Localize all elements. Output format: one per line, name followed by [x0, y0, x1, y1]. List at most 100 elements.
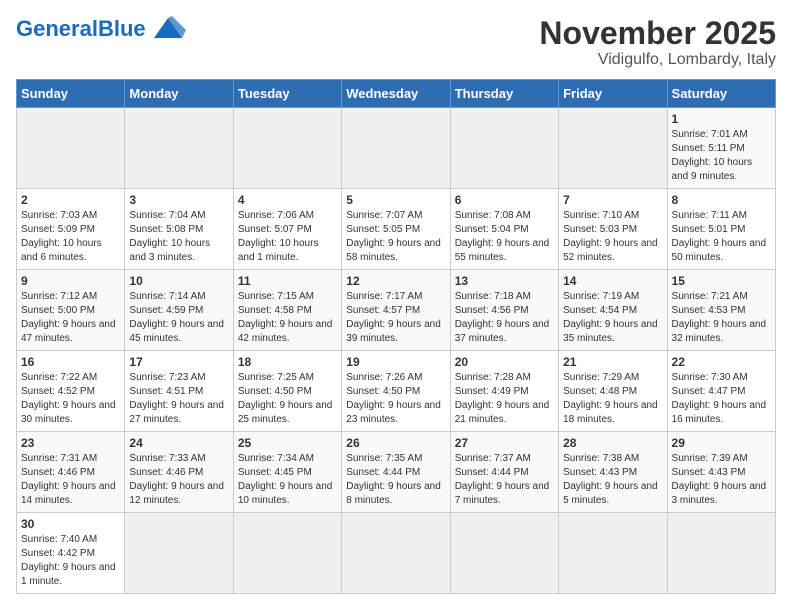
calendar-cell: 30 Sunrise: 7:40 AMSunset: 4:42 PMDayligh… — [17, 513, 125, 594]
day-number: 1 — [672, 112, 771, 126]
day-info: Sunrise: 7:17 AMSunset: 4:57 PMDaylight:… — [346, 290, 445, 346]
calendar-cell: 2Sunrise: 7:03 AMSunset: 5:09 PMDaylight… — [17, 189, 125, 270]
day-info: Sunrise: 7:08 AMSunset: 5:04 PMDaylight:… — [455, 209, 554, 265]
logo-text: GeneralBlue — [16, 16, 146, 42]
calendar-cell — [342, 108, 450, 189]
day-number: 27 — [455, 436, 554, 450]
calendar-cell: 17Sunrise: 7:23 AMSunset: 4:51 PMDayligh… — [125, 351, 233, 432]
day-info: Sunrise: 7:22 AMSunset: 4:52 PMDaylight:… — [21, 371, 120, 427]
weekday-header-saturday: Saturday — [667, 80, 775, 108]
day-info: Sunrise: 7:07 AMSunset: 5:05 PMDaylight:… — [346, 209, 445, 265]
calendar-cell — [233, 108, 341, 189]
day-number: 23 — [21, 436, 120, 450]
calendar-cell: 8 Sunrise: 7:11 AMSunset: 5:01 PMDaylight… — [667, 189, 775, 270]
logo-blue: Blue — [98, 16, 146, 41]
calendar-cell: 28 Sunrise: 7:38 AMSunset: 4:43 PMDayligh… — [559, 432, 667, 513]
weekday-header-wednesday: Wednesday — [342, 80, 450, 108]
day-info: Sunrise: 7:40 AMSunset: 4:42 PMDaylight:… — [21, 533, 120, 589]
day-number: 8 — [672, 193, 771, 207]
day-number: 7 — [563, 193, 662, 207]
day-info: Sunrise: 7:25 AMSunset: 4:50 PMDaylight:… — [238, 371, 337, 427]
day-number: 28 — [563, 436, 662, 450]
day-number: 11 — [238, 274, 337, 288]
calendar-cell: 29 Sunrise: 7:39 AMSunset: 4:43 PMDayligh… — [667, 432, 775, 513]
calendar-title: November 2025 — [539, 16, 776, 51]
weekday-header-thursday: Thursday — [450, 80, 558, 108]
day-info: Sunrise: 7:34 AMSunset: 4:45 PMDaylight:… — [238, 452, 337, 508]
day-info: Sunrise: 7:11 AMSunset: 5:01 PMDaylight:… — [672, 209, 771, 265]
day-info: Sunrise: 7:19 AMSunset: 4:54 PMDaylight:… — [563, 290, 662, 346]
calendar-cell: 12Sunrise: 7:17 AMSunset: 4:57 PMDayligh… — [342, 270, 450, 351]
day-number: 13 — [455, 274, 554, 288]
day-info: Sunrise: 7:30 AMSunset: 4:47 PMDaylight:… — [672, 371, 771, 427]
day-number: 25 — [238, 436, 337, 450]
day-info: Sunrise: 7:06 AMSunset: 5:07 PMDaylight:… — [238, 209, 337, 265]
calendar-cell: 18 Sunrise: 7:25 AMSunset: 4:50 PMDayligh… — [233, 351, 341, 432]
day-number: 9 — [21, 274, 120, 288]
day-info: Sunrise: 7:31 AMSunset: 4:46 PMDaylight:… — [21, 452, 120, 508]
day-number: 18 — [238, 355, 337, 369]
day-number: 15 — [672, 274, 771, 288]
calendar-cell: 26 Sunrise: 7:35 AMSunset: 4:44 PMDayligh… — [342, 432, 450, 513]
calendar-cell: 9 Sunrise: 7:12 AMSunset: 5:00 PMDaylight… — [17, 270, 125, 351]
day-number: 29 — [672, 436, 771, 450]
calendar-cell: 11 Sunrise: 7:15 AMSunset: 4:58 PMDayligh… — [233, 270, 341, 351]
calendar-table: SundayMondayTuesdayWednesdayThursdayFrid… — [16, 79, 776, 594]
calendar-cell — [450, 513, 558, 594]
logo: GeneralBlue — [16, 16, 186, 42]
day-number: 22 — [672, 355, 771, 369]
day-info: Sunrise: 7:26 AMSunset: 4:50 PMDaylight:… — [346, 371, 445, 427]
weekday-header-sunday: Sunday — [17, 80, 125, 108]
day-info: Sunrise: 7:35 AMSunset: 4:44 PMDaylight:… — [346, 452, 445, 508]
logo-general: General — [16, 16, 98, 41]
calendar-cell: 7 Sunrise: 7:10 AMSunset: 5:03 PMDaylight… — [559, 189, 667, 270]
day-number: 6 — [455, 193, 554, 207]
day-info: Sunrise: 7:15 AMSunset: 4:58 PMDaylight:… — [238, 290, 337, 346]
day-info: Sunrise: 7:38 AMSunset: 4:43 PMDaylight:… — [563, 452, 662, 508]
day-number: 26 — [346, 436, 445, 450]
day-number: 3 — [129, 193, 228, 207]
calendar-cell: 24Sunrise: 7:33 AMSunset: 4:46 PMDayligh… — [125, 432, 233, 513]
day-number: 17 — [129, 355, 228, 369]
calendar-cell — [559, 108, 667, 189]
calendar-cell: 3 Sunrise: 7:04 AMSunset: 5:08 PMDaylight… — [125, 189, 233, 270]
logo-icon — [150, 14, 186, 42]
calendar-cell: 4Sunrise: 7:06 AMSunset: 5:07 PMDaylight… — [233, 189, 341, 270]
calendar-cell — [17, 108, 125, 189]
calendar-subtitle: Vidigulfo, Lombardy, Italy — [539, 51, 776, 69]
day-info: Sunrise: 7:21 AMSunset: 4:53 PMDaylight:… — [672, 290, 771, 346]
calendar-cell — [342, 513, 450, 594]
calendar-cell: 21Sunrise: 7:29 AMSunset: 4:48 PMDayligh… — [559, 351, 667, 432]
day-info: Sunrise: 7:04 AMSunset: 5:08 PMDaylight:… — [129, 209, 228, 265]
day-info: Sunrise: 7:12 AMSunset: 5:00 PMDaylight:… — [21, 290, 120, 346]
day-number: 14 — [563, 274, 662, 288]
calendar-cell — [125, 108, 233, 189]
calendar-cell — [559, 513, 667, 594]
day-info: Sunrise: 7:14 AMSunset: 4:59 PMDaylight:… — [129, 290, 228, 346]
calendar-cell: 10 Sunrise: 7:14 AMSunset: 4:59 PMDayligh… — [125, 270, 233, 351]
calendar-cell: 13 Sunrise: 7:18 AMSunset: 4:56 PMDayligh… — [450, 270, 558, 351]
calendar-cell: 15 Sunrise: 7:21 AMSunset: 4:53 PMDayligh… — [667, 270, 775, 351]
calendar-cell: 1Sunrise: 7:01 AMSunset: 5:11 PMDaylight… — [667, 108, 775, 189]
day-info: Sunrise: 7:03 AMSunset: 5:09 PMDaylight:… — [21, 209, 120, 265]
day-number: 24 — [129, 436, 228, 450]
calendar-cell: 23 Sunrise: 7:31 AMSunset: 4:46 PMDayligh… — [17, 432, 125, 513]
calendar-cell: 22 Sunrise: 7:30 AMSunset: 4:47 PMDayligh… — [667, 351, 775, 432]
day-info: Sunrise: 7:28 AMSunset: 4:49 PMDaylight:… — [455, 371, 554, 427]
day-info: Sunrise: 7:18 AMSunset: 4:56 PMDaylight:… — [455, 290, 554, 346]
calendar-cell — [450, 108, 558, 189]
day-number: 5 — [346, 193, 445, 207]
day-info: Sunrise: 7:10 AMSunset: 5:03 PMDaylight:… — [563, 209, 662, 265]
day-number: 19 — [346, 355, 445, 369]
calendar-cell: 27Sunrise: 7:37 AMSunset: 4:44 PMDayligh… — [450, 432, 558, 513]
calendar-cell: 5 Sunrise: 7:07 AMSunset: 5:05 PMDaylight… — [342, 189, 450, 270]
calendar-cell — [233, 513, 341, 594]
title-block: November 2025 Vidigulfo, Lombardy, Italy — [539, 16, 776, 69]
day-number: 20 — [455, 355, 554, 369]
day-number: 30 — [21, 517, 120, 531]
day-number: 10 — [129, 274, 228, 288]
weekday-header-monday: Monday — [125, 80, 233, 108]
day-info: Sunrise: 7:39 AMSunset: 4:43 PMDaylight:… — [672, 452, 771, 508]
day-number: 16 — [21, 355, 120, 369]
weekday-header-tuesday: Tuesday — [233, 80, 341, 108]
